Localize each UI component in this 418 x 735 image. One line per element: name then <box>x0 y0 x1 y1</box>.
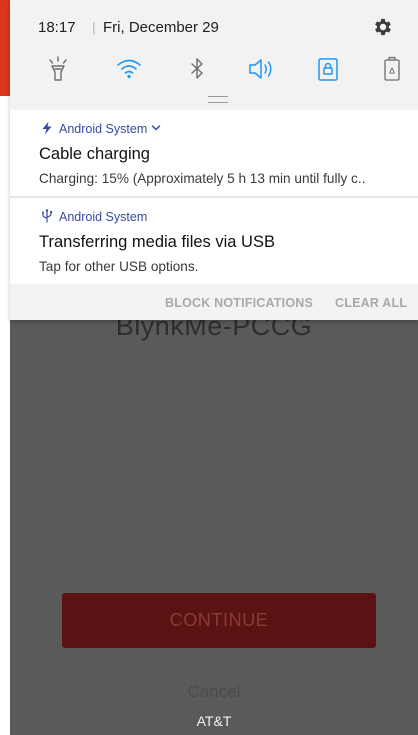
notification-actions: BLOCK NOTIFICATIONS CLEAR ALL <box>10 284 418 320</box>
notification-body: Tap for other USB options. <box>39 259 199 274</box>
wifi-icon[interactable] <box>114 54 144 84</box>
notification-title: Cable charging <box>39 145 150 163</box>
chevron-down-icon[interactable] <box>151 123 161 133</box>
gear-icon[interactable] <box>372 16 394 38</box>
quick-settings-header: 18:17 | Fri, December 29 <box>10 0 418 108</box>
bluetooth-icon[interactable] <box>182 54 212 84</box>
usb-icon <box>42 209 52 223</box>
status-date: Fri, December 29 <box>103 19 219 36</box>
block-notifications-button[interactable]: BLOCK NOTIFICATIONS <box>165 296 313 310</box>
sound-icon[interactable] <box>246 54 276 84</box>
notification-card[interactable]: Android System Transferring media files … <box>10 198 418 284</box>
notification-body: Charging: 15% (Approximately 5 h 13 min … <box>39 171 366 186</box>
power-saving-icon[interactable] <box>377 54 407 84</box>
status-separator: | <box>92 19 96 35</box>
shade-drag-handle[interactable] <box>208 96 228 103</box>
notification-title: Transferring media files via USB <box>39 233 275 251</box>
clear-all-button[interactable]: CLEAR ALL <box>335 296 407 310</box>
notification-app-row: Android System <box>40 121 161 137</box>
bolt-icon <box>42 121 52 135</box>
notification-app-name: Android System <box>59 210 148 224</box>
cancel-button[interactable]: Cancel <box>10 682 418 702</box>
app-header-strip <box>0 0 10 96</box>
app-left-edge <box>0 96 10 735</box>
carrier-label: AT&T <box>196 713 232 729</box>
status-time: 18:17 <box>38 19 76 36</box>
rotation-lock-icon[interactable] <box>313 54 343 84</box>
notification-app-row: Android System <box>40 209 147 225</box>
notification-app-name: Android System <box>59 122 148 136</box>
flashlight-icon[interactable] <box>43 54 73 84</box>
notification-shade: 18:17 | Fri, December 29 Android System … <box>10 0 418 320</box>
continue-button[interactable]: CONTINUE <box>62 593 376 648</box>
notification-card[interactable]: Android System Cable charging Charging: … <box>10 110 418 196</box>
